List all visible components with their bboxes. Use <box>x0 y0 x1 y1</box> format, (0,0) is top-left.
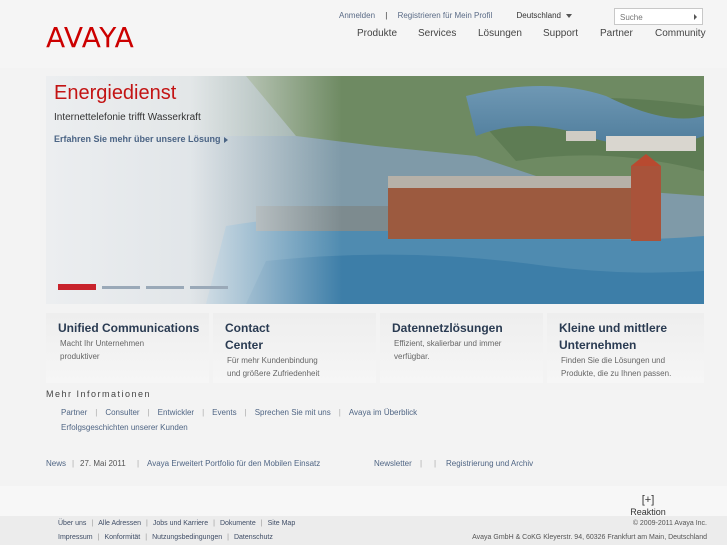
slide-indicator-4[interactable] <box>190 286 228 289</box>
footer-link-impressum[interactable]: Impressum <box>58 534 93 541</box>
nav-community[interactable]: Community <box>655 28 706 39</box>
link-ueberblick[interactable]: Avaya im Überblick <box>349 405 417 420</box>
tile-title: Kleine und mittlere Unternehmen <box>559 321 668 352</box>
arrow-right-icon <box>223 136 228 143</box>
company-address: Avaya GmbH & CoKG Kleyerstr. 94, 60326 F… <box>472 534 707 541</box>
footer-link-nutzungsbedingungen[interactable]: Nutzungsbedingungen <box>152 534 222 541</box>
hero-title: Energiedienst <box>54 82 177 104</box>
hero-cta-label: Erfahren Sie mehr über unsere Lösung <box>54 134 221 144</box>
newsletter-link[interactable]: Newsletter <box>374 459 412 468</box>
separator: | <box>385 11 388 20</box>
news-date: 27. Mai 2011 <box>80 459 126 468</box>
tile-contact-center[interactable]: Contact Center Für mehr Kundenbindung und … <box>213 313 376 383</box>
nav-services[interactable]: Services <box>418 28 456 39</box>
footer-link-konformitaet[interactable]: Konformität <box>104 534 140 541</box>
link-consulter[interactable]: Consulter <box>105 405 139 420</box>
footer-band <box>0 486 727 516</box>
link-sprechen[interactable]: Sprechen Sie mit uns <box>255 405 331 420</box>
footer-link-ueber-uns[interactable]: Über uns <box>58 520 86 527</box>
register-archive-link[interactable]: Registrierung und Archiv <box>446 459 533 468</box>
more-info-heading: Mehr Informationen <box>46 389 152 399</box>
footer-link-datenschutz[interactable]: Datenschutz <box>234 534 273 541</box>
news-label[interactable]: News <box>46 459 66 468</box>
footer-link-dokumente[interactable]: Dokumente <box>220 520 256 527</box>
tile-body: Macht Ihr Unternehmen produktiver <box>60 339 145 361</box>
nav-loesungen[interactable]: Lösungen <box>478 28 522 39</box>
slide-indicator-2[interactable] <box>102 286 140 289</box>
more-info-links: Partner | Consulter | Entwickler | Events | Spre… <box>61 405 417 435</box>
slide-indicator-1[interactable] <box>58 284 96 290</box>
country-selector[interactable]: Deutschland <box>517 11 572 20</box>
plus-icon: [+] <box>641 494 655 506</box>
nav-produkte[interactable]: Produkte <box>357 28 397 39</box>
search-submit-icon[interactable] <box>694 14 697 20</box>
tile-title: Datennetzlösungen <box>392 321 503 335</box>
register-profile-link[interactable]: Registrieren für Mein Profil <box>398 11 493 20</box>
tile-datennetzloesungen[interactable]: Datennetzlösungen Effizient, skalierbar … <box>380 313 543 383</box>
news-headline[interactable]: Avaya Erweitert Portfolio für den Mobile… <box>147 459 320 468</box>
avaya-logo[interactable]: AVAYA <box>46 21 134 54</box>
utility-links: Anmelden | Registrieren für Mein Profil … <box>339 11 572 20</box>
tile-body: Effizient, skalierbar und immer verfügbar… <box>394 339 502 361</box>
hero-banner[interactable]: Energiedienst Internettelefonie trifft W… <box>46 76 704 304</box>
tile-unified-communications[interactable]: Unified Communications Macht Ihr Unterne… <box>46 313 209 383</box>
tile-body: Für mehr Kundenbindung und größere Zufrie… <box>227 356 320 378</box>
hero-cta-link[interactable]: Erfahren Sie mehr über unsere Lösung <box>54 134 228 144</box>
footer-link-adressen[interactable]: Alle Adressen <box>98 520 141 527</box>
nav-support[interactable]: Support <box>543 28 578 39</box>
footer-link-jobs[interactable]: Jobs und Karriere <box>153 520 208 527</box>
search-input[interactable] <box>620 11 690 23</box>
footer-links-row2: Impressum | Konformität | Nutzungsbedingunge… <box>58 534 273 541</box>
link-partner[interactable]: Partner <box>61 405 87 420</box>
feedback-button[interactable]: [+] Reaktion <box>630 494 666 517</box>
tile-body: Finden Sie die Lösungen und Produkte, die… <box>561 356 672 378</box>
chevron-down-icon <box>566 13 572 18</box>
hero-subtitle: Internettelefonie trifft Wasserkraft <box>54 112 201 123</box>
tile-title: Contact Center <box>225 321 270 352</box>
tile-title: Unified Communications <box>58 321 200 335</box>
search-box[interactable] <box>614 8 703 25</box>
link-erfolgsgeschichten[interactable]: Erfolgsgeschichten unserer Kunden <box>61 420 188 435</box>
tile-kmu[interactable]: Kleine und mittlere Unternehmen Finden Si… <box>547 313 704 383</box>
hero-image <box>46 76 704 304</box>
footer-links-row1: Über uns | Alle Adressen | Jobs und Karriere… <box>58 520 296 527</box>
slide-indicator-3[interactable] <box>146 286 184 289</box>
link-entwickler[interactable]: Entwickler <box>158 405 194 420</box>
country-label: Deutschland <box>516 11 561 20</box>
login-link[interactable]: Anmelden <box>339 11 375 20</box>
nav-partner[interactable]: Partner <box>600 28 633 39</box>
footer: Über uns | Alle Adressen | Jobs und Karriere… <box>0 516 727 545</box>
footer-link-sitemap[interactable]: Site Map <box>268 520 296 527</box>
link-events[interactable]: Events <box>212 405 236 420</box>
copyright: © 2009-2011 Avaya Inc. <box>632 520 707 527</box>
